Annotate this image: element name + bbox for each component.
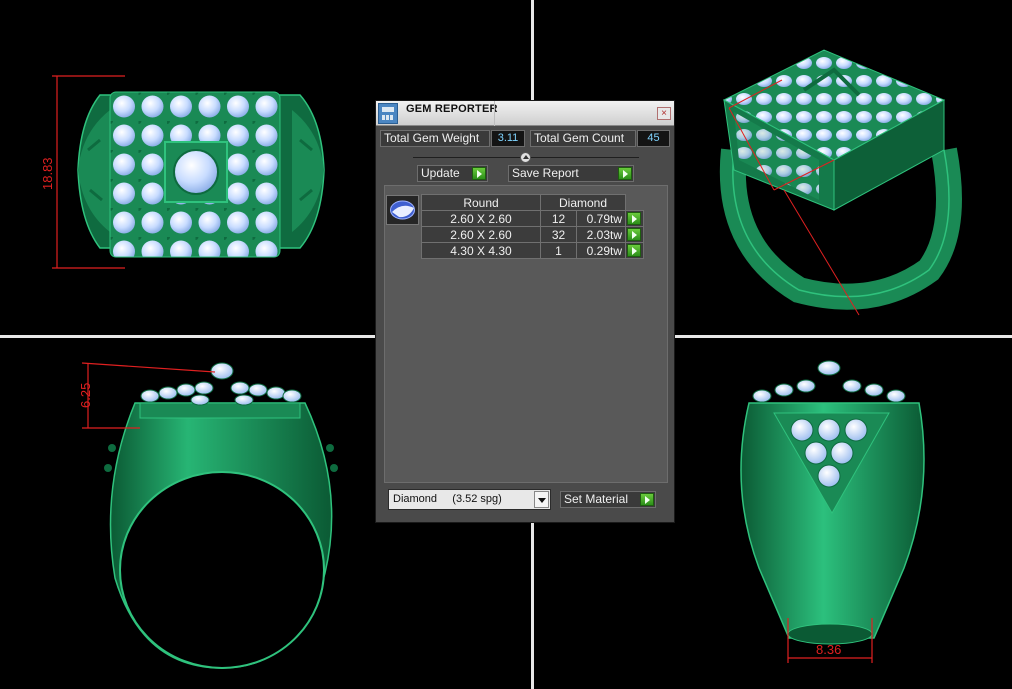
- gem-report-area: Round Diamond 2.60 X 2.60 12 0.79tw 2.60…: [384, 185, 668, 483]
- play-arrow-icon: [627, 228, 641, 241]
- row-select-button[interactable]: [625, 210, 644, 227]
- ring-top-render: [77, 91, 325, 258]
- front-dimension-label: 6.25: [78, 383, 93, 408]
- panel-titlebar[interactable]: GEM REPORTER ×: [376, 101, 674, 126]
- shape-header: Round: [421, 194, 541, 211]
- play-arrow-icon: [472, 167, 486, 180]
- gem-weight-cell: 0.79tw: [576, 210, 626, 227]
- collapse-toggle-icon[interactable]: [520, 152, 531, 163]
- play-arrow-icon: [627, 212, 641, 225]
- panel-title: GEM REPORTER: [406, 103, 498, 115]
- side-dimension-label: 8.36: [816, 642, 841, 657]
- update-button[interactable]: Update: [417, 165, 488, 182]
- gem-count-cell: 32: [540, 226, 577, 243]
- play-arrow-icon: [627, 244, 641, 257]
- ring-perspective-render: [719, 49, 962, 310]
- gem-thumbnail[interactable]: [386, 195, 419, 225]
- total-gem-count-label: Total Gem Count: [530, 130, 636, 147]
- set-material-button[interactable]: Set Material: [560, 491, 656, 508]
- title-separator: [494, 101, 495, 126]
- table-row: 2.60 X 2.60 32 2.03tw: [421, 226, 644, 243]
- row-select-button[interactable]: [625, 226, 644, 243]
- gem-count-cell: 12: [540, 210, 577, 227]
- table-row: 2.60 X 2.60 12 0.79tw: [421, 210, 644, 227]
- ring-side-render: [740, 360, 925, 645]
- gem-weight-cell: 2.03tw: [576, 226, 626, 243]
- table-row: 4.30 X 4.30 1 0.29tw: [421, 242, 644, 259]
- gem-size-cell: 2.60 X 2.60: [421, 226, 541, 243]
- play-arrow-icon: [640, 493, 654, 506]
- close-button[interactable]: ×: [657, 107, 671, 120]
- save-report-button-label: Save Report: [512, 166, 579, 180]
- round-gem-icon: [390, 200, 415, 220]
- update-button-label: Update: [421, 166, 460, 180]
- total-gem-count-value: 45: [637, 130, 670, 147]
- play-arrow-icon: [618, 167, 632, 180]
- gem-report-table: Round Diamond 2.60 X 2.60 12 0.79tw 2.60…: [421, 194, 644, 259]
- gem-weight-cell: 0.29tw: [576, 242, 626, 259]
- save-report-button[interactable]: Save Report: [508, 165, 634, 182]
- gem-reporter-panel: GEM REPORTER × Total Gem Weight 3.11 Tot…: [375, 100, 675, 523]
- material-select-value: Diamond (3.52 spg): [393, 493, 502, 505]
- table-header-row: Round Diamond: [421, 194, 644, 211]
- gem-report-icon: [378, 103, 398, 124]
- material-header: Diamond: [540, 194, 626, 211]
- set-material-button-label: Set Material: [564, 492, 629, 506]
- gem-count-cell: 1: [540, 242, 577, 259]
- top-dimension-label: 18.83: [40, 157, 55, 190]
- ring-front-render: [104, 362, 338, 669]
- material-select[interactable]: Diamond (3.52 spg): [388, 489, 551, 510]
- gem-size-cell: 4.30 X 4.30: [421, 242, 541, 259]
- row-select-button[interactable]: [625, 242, 644, 259]
- total-gem-weight-value: 3.11: [491, 130, 525, 147]
- total-gem-weight-label: Total Gem Weight: [380, 130, 490, 147]
- gem-size-cell: 2.60 X 2.60: [421, 210, 541, 227]
- chevron-down-icon[interactable]: [534, 491, 549, 508]
